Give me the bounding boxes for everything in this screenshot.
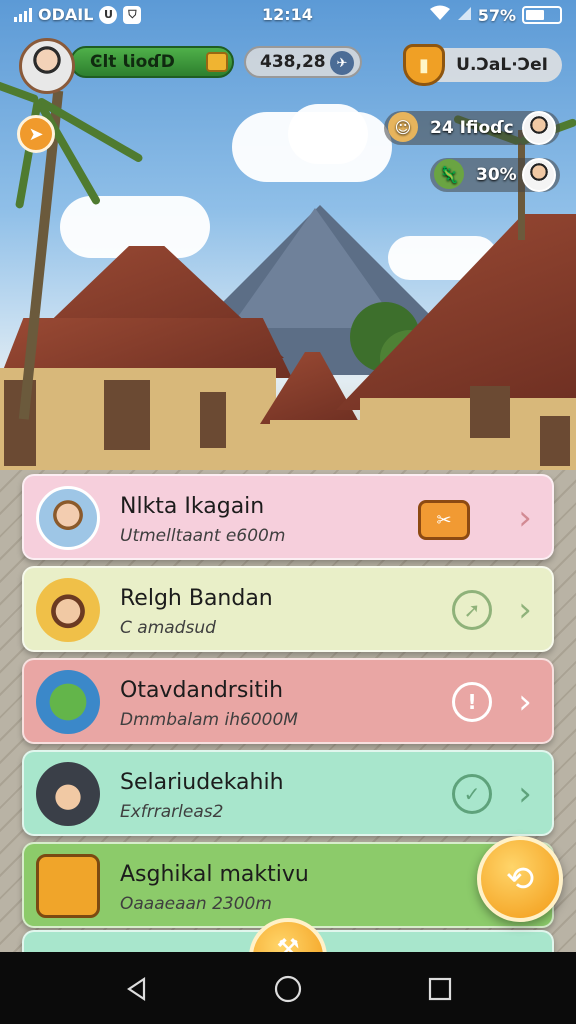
- arrow-icon: ➤: [28, 123, 44, 145]
- lizard-icon: 🦎: [434, 159, 464, 189]
- quest-title: Asghikal maktivu: [120, 862, 309, 887]
- player-name-bar[interactable]: Ͼlt ƖioɗD: [70, 46, 234, 78]
- cloud: [288, 104, 368, 164]
- chevron-right-icon[interactable]: ›: [510, 590, 540, 630]
- navigate-button[interactable]: ➤: [17, 115, 55, 153]
- quest-character-avatar: [36, 486, 100, 550]
- battery-percent: 57%: [477, 5, 516, 25]
- rank-label: U.ƆaL·ƆeI: [456, 55, 548, 75]
- house-door: [104, 380, 150, 450]
- quest-title: Selariudekahih: [120, 770, 284, 795]
- currency-icon: ✈: [330, 51, 354, 75]
- check-icon: ✓: [452, 774, 492, 814]
- refresh-button[interactable]: ⟲: [477, 836, 563, 922]
- scroll-ticket-icon: ✂: [418, 500, 470, 540]
- clock: 12:14: [262, 5, 313, 24]
- quest-card-4[interactable]: Selariudekahih Exfrrarleas2 ✓ ›: [22, 750, 554, 836]
- worker-icon: ☺: [388, 112, 418, 142]
- player-avatar[interactable]: [19, 38, 75, 94]
- home-icon[interactable]: [271, 972, 305, 1006]
- stat-workers-value: 24 Ifioɗc: [430, 118, 514, 138]
- house-window: [540, 416, 570, 466]
- gold-chest-icon: [206, 52, 228, 72]
- stat-workers[interactable]: ☺ 24 Ifioɗc: [384, 111, 560, 145]
- carrier-name: ODAIL: [38, 5, 94, 24]
- rank-shield-icon: ▮: [403, 44, 445, 86]
- house-window: [470, 386, 510, 438]
- timer-icon: !: [452, 682, 492, 722]
- player-name: Ͼlt ƖioɗD: [90, 52, 175, 72]
- avatar: [522, 111, 556, 145]
- cycle-arrows-icon: ⟲: [505, 859, 535, 899]
- quest-subtitle: C amadsud: [120, 618, 216, 638]
- quest-title: Otavdandrsitih: [120, 678, 284, 703]
- shield-status-icon: ⛉: [123, 5, 142, 24]
- quest-card-3[interactable]: Otavdandrsitih Dmmbalam ih6000M ! ›: [22, 658, 554, 744]
- status-bar: ODAIL U ⛉ 12:14 57%: [0, 0, 576, 30]
- quest-subtitle: Exfrrarleas2: [120, 802, 224, 822]
- stat-progress[interactable]: 🦎 30%: [430, 158, 560, 192]
- signal-bars-icon: [14, 7, 32, 22]
- quest-card-5[interactable]: Asghikal maktivu Oaaaeaan 2300m: [22, 842, 554, 928]
- cell-signal-icon: [456, 5, 472, 25]
- back-icon[interactable]: [120, 972, 154, 1006]
- system-nav-bar: [0, 952, 576, 1024]
- quest-character-avatar: [36, 762, 100, 826]
- quest-title: Nlkta Ikagain: [120, 494, 265, 519]
- house-wall: [270, 420, 360, 470]
- avatar: [522, 158, 556, 192]
- house-window: [200, 392, 226, 448]
- battery-icon: [522, 6, 562, 24]
- quest-subtitle: Oaaaeaan 2300m: [120, 894, 272, 914]
- quest-title: Relgh Bandan: [120, 586, 273, 611]
- coin-counter[interactable]: 438,28 ✈: [244, 46, 362, 78]
- compass-icon: ➚: [452, 590, 492, 630]
- quest-subtitle: Utmelltaant e600m: [120, 526, 286, 546]
- chevron-right-icon[interactable]: ›: [510, 498, 540, 538]
- coin-amount: 438,28: [260, 52, 326, 72]
- quest-card-2[interactable]: Relgh Bandan C amadsud ➚ ›: [22, 566, 554, 652]
- wifi-icon: [429, 5, 450, 25]
- quest-subtitle: Dmmbalam ih6000M: [120, 710, 298, 730]
- recents-icon[interactable]: [423, 972, 457, 1006]
- chevron-right-icon[interactable]: ›: [510, 682, 540, 722]
- quest-globe-icon: [36, 670, 100, 734]
- chevron-right-icon[interactable]: ›: [510, 774, 540, 814]
- stat-progress-value: 30%: [476, 165, 517, 185]
- quest-backpack-icon: [36, 854, 100, 918]
- quest-card-1[interactable]: Nlkta Ikagain Utmelltaant e600m ✂ ›: [22, 474, 554, 560]
- quest-character-avatar: [36, 578, 100, 642]
- carrier-badge-icon: U: [99, 5, 118, 24]
